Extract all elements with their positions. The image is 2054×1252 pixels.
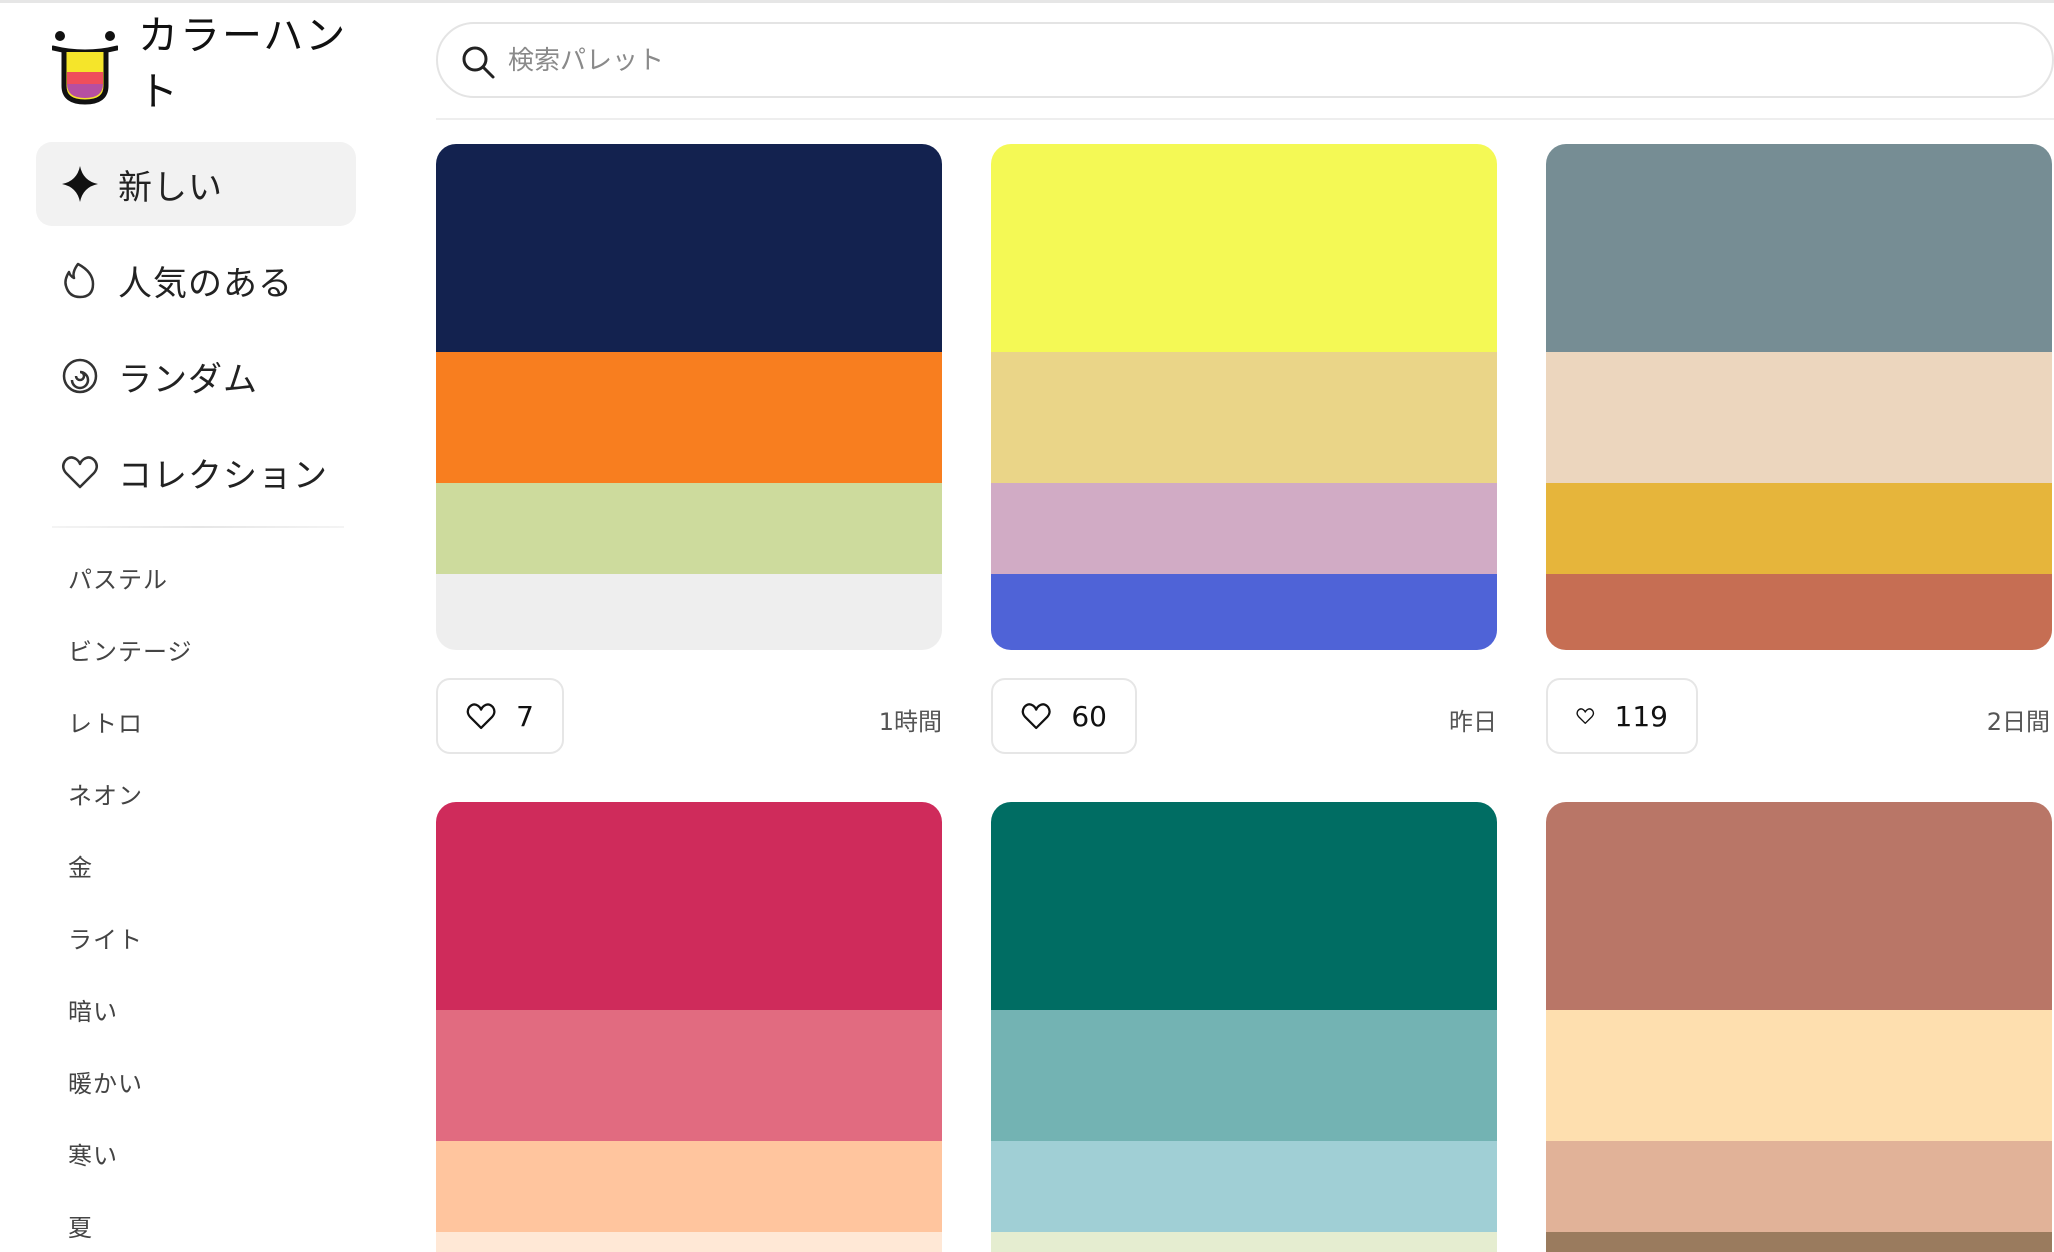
- like-count: 60: [1071, 699, 1107, 733]
- swatch: [991, 352, 1497, 483]
- nav-item-random[interactable]: ランダム: [36, 334, 356, 418]
- sparkle-icon: [60, 164, 100, 204]
- heart-icon: [60, 452, 100, 492]
- swatch: [436, 144, 942, 352]
- time-label: 昨日: [1449, 708, 1497, 736]
- swatch: [1546, 144, 2052, 352]
- palette-card: [1546, 144, 2052, 650]
- swatch: [436, 352, 942, 483]
- palette-swatches[interactable]: [991, 144, 1497, 650]
- swatch: [1546, 352, 2052, 483]
- nav-item-popular[interactable]: 人気のある: [36, 238, 356, 322]
- palette-card: [436, 802, 942, 1252]
- nav-item-new[interactable]: 新しい: [36, 142, 356, 226]
- swatch: [1546, 574, 2052, 650]
- palette-swatches[interactable]: [991, 802, 1497, 1252]
- heart-icon: [1021, 703, 1051, 730]
- swatch: [436, 1010, 942, 1141]
- palette-swatches[interactable]: [1546, 802, 2052, 1252]
- heart-icon: [1576, 708, 1595, 725]
- search-bar[interactable]: [436, 22, 2054, 98]
- top-border: [0, 0, 2054, 3]
- swatch: [991, 1232, 1497, 1252]
- swatch: [436, 1232, 942, 1252]
- nav-label: ランダム: [118, 359, 258, 400]
- like-button[interactable]: 60: [991, 678, 1137, 754]
- palette-swatches[interactable]: [436, 144, 942, 650]
- swatch: [991, 144, 1497, 352]
- like-button[interactable]: 119: [1546, 678, 1698, 754]
- tag-retro[interactable]: レトロ: [68, 704, 143, 739]
- swatch: [991, 802, 1497, 1010]
- logo-icon: [52, 31, 118, 105]
- sidebar-divider: [52, 526, 344, 528]
- nav-item-collection[interactable]: コレクション: [36, 430, 356, 514]
- nav-label: 人気のある: [118, 263, 293, 304]
- header-divider: [436, 118, 2054, 120]
- swatch: [991, 1010, 1497, 1141]
- tag-gold[interactable]: 金: [68, 848, 93, 883]
- like-button[interactable]: 7: [436, 678, 564, 754]
- spiral-icon: [60, 356, 100, 396]
- nav-label: コレクション: [118, 455, 328, 496]
- like-count: 7: [516, 699, 534, 733]
- palette-card: [436, 144, 942, 650]
- swatch: [436, 1141, 942, 1232]
- logo-text: カラーハント: [138, 13, 348, 115]
- swatch: [1546, 802, 2052, 1010]
- tag-warm[interactable]: 暖かい: [68, 1064, 143, 1099]
- nav-label: 新しい: [118, 167, 223, 208]
- tag-dark[interactable]: 暗い: [68, 992, 118, 1027]
- like-count: 119: [1614, 699, 1668, 733]
- tag-cold[interactable]: 寒い: [68, 1136, 118, 1171]
- time-label: 2日間: [1986, 708, 2050, 736]
- palette-card: [991, 144, 1497, 650]
- tag-pastel[interactable]: パステル: [68, 560, 168, 595]
- swatch: [991, 1141, 1497, 1232]
- search-input[interactable]: [508, 36, 2008, 86]
- tag-light[interactable]: ライト: [68, 920, 143, 955]
- swatch: [1546, 1232, 2052, 1252]
- palette-swatches[interactable]: [1546, 144, 2052, 650]
- palette-card: [1546, 802, 2052, 1252]
- swatch: [436, 802, 942, 1010]
- flame-icon: [60, 260, 100, 300]
- palette-swatches[interactable]: [436, 802, 942, 1252]
- swatch: [436, 574, 942, 650]
- logo[interactable]: カラーハント: [52, 8, 352, 118]
- tag-vintage[interactable]: ビンテージ: [68, 632, 193, 667]
- time-label: 1時間: [878, 708, 942, 736]
- swatch: [991, 483, 1497, 574]
- tag-summer[interactable]: 夏: [68, 1208, 93, 1243]
- swatch: [991, 574, 1497, 650]
- search-icon: [462, 46, 495, 79]
- tag-neon[interactable]: ネオン: [68, 776, 143, 811]
- swatch: [1546, 1010, 2052, 1141]
- swatch: [436, 483, 942, 574]
- swatch: [1546, 483, 2052, 574]
- heart-icon: [466, 703, 496, 730]
- palette-card: [991, 802, 1497, 1252]
- swatch: [1546, 1141, 2052, 1232]
